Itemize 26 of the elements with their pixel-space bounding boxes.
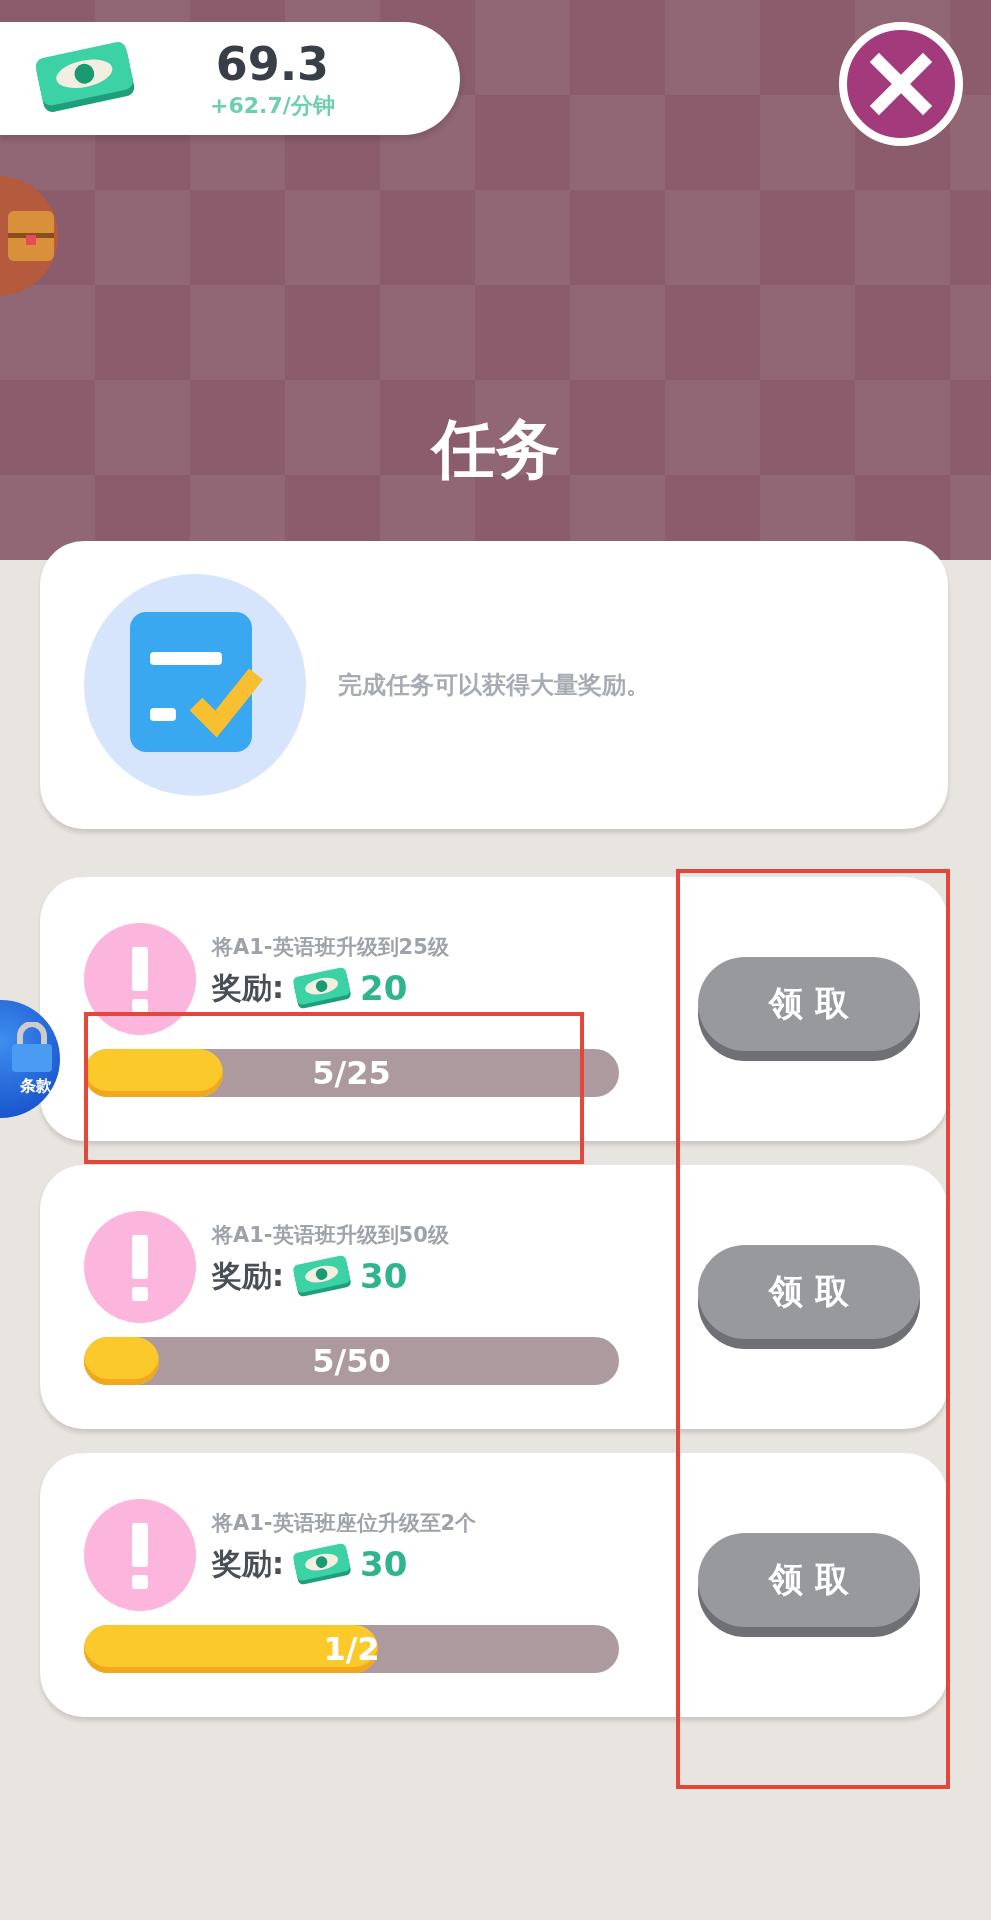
income-rate: +62.7/分钟 <box>210 91 335 120</box>
banknote-icon <box>290 1541 354 1587</box>
reward-amount: 20 <box>360 968 408 1008</box>
alert-icon <box>84 1499 196 1611</box>
page-title: 任务 <box>429 411 561 488</box>
intro-text: 完成任务可以获得大量奖励。 <box>338 670 650 701</box>
progress-text: 5/50 <box>312 1342 391 1380</box>
banknote-icon <box>290 965 354 1011</box>
alert-icon <box>84 923 196 1035</box>
currency-amount: 69.3 <box>215 36 330 91</box>
padlock-icon <box>12 1021 52 1072</box>
reward-amount: 30 <box>360 1544 408 1584</box>
alert-icon <box>84 1211 196 1323</box>
progress-text: 1/2 <box>323 1630 380 1668</box>
task-title: 将A1-英语班座位升级至2个 <box>212 1510 477 1537</box>
task-clipboard-icon <box>84 574 306 796</box>
close-icon <box>869 52 933 116</box>
terms-label: 条款 <box>20 1075 52 1097</box>
progress-text: 5/25 <box>312 1054 391 1092</box>
reward-label: 奖励: <box>212 1256 284 1295</box>
reward-label: 奖励: <box>212 968 284 1007</box>
reward-amount: 30 <box>360 1256 408 1296</box>
task-title: 将A1-英语班升级到25级 <box>212 934 449 961</box>
reward-label: 奖励: <box>212 1544 284 1583</box>
task-title: 将A1-英语班升级到50级 <box>212 1222 449 1249</box>
banknote-icon <box>290 1253 354 1299</box>
